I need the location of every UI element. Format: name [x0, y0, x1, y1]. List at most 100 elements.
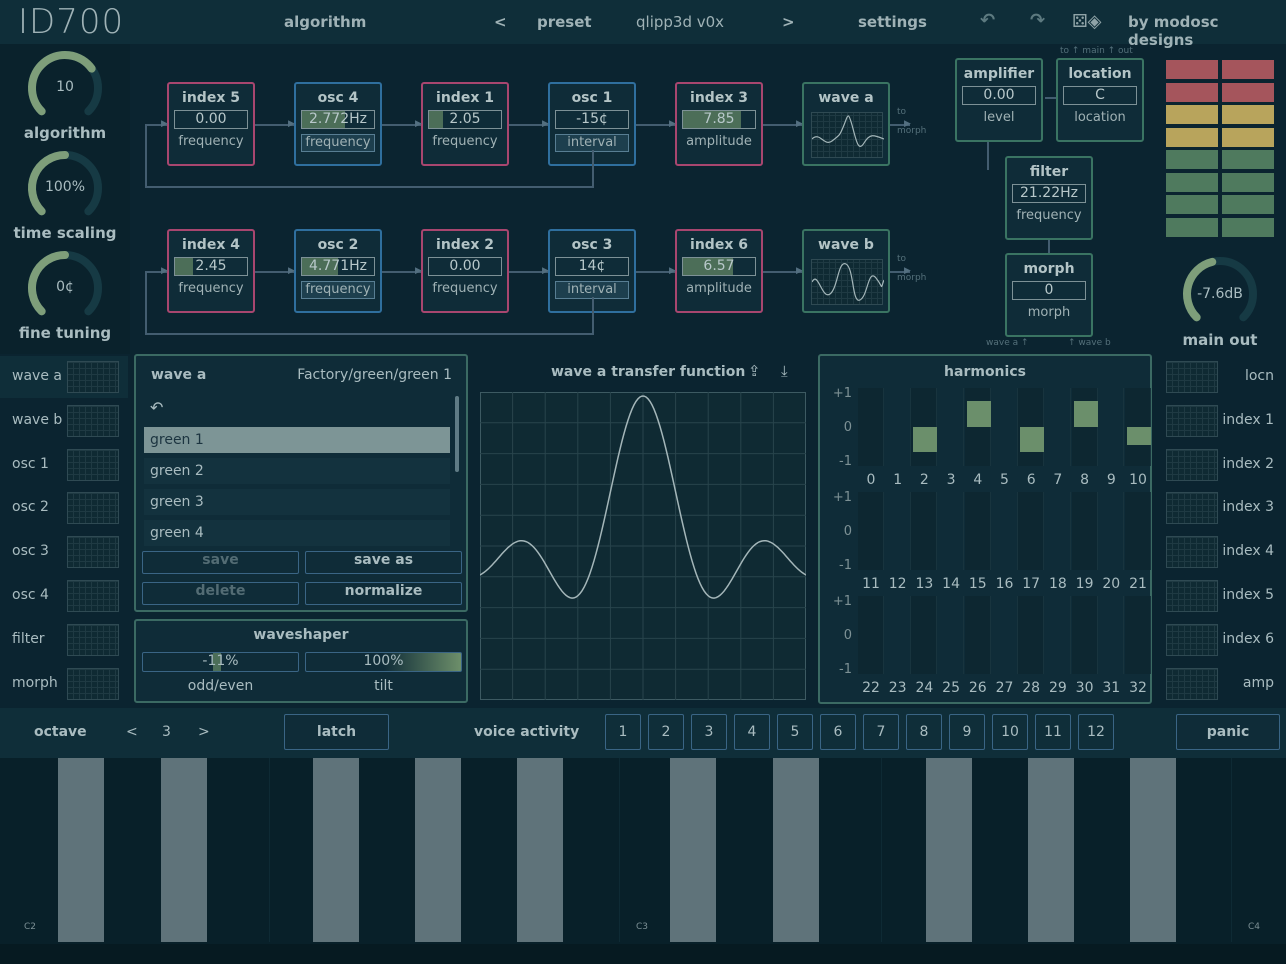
- tilt-slider[interactable]: 100%: [305, 652, 462, 672]
- source-item-osc-2[interactable]: osc 2: [0, 487, 128, 529]
- odd-even-slider[interactable]: -11%: [142, 652, 299, 672]
- module-value-slider[interactable]: 2.05: [428, 110, 502, 129]
- list-scrollbar[interactable]: [455, 396, 459, 472]
- module-value-slider[interactable]: 2.772Hz: [301, 110, 375, 129]
- black-key[interactable]: [1130, 758, 1176, 942]
- harmonic-column[interactable]: [1125, 492, 1151, 570]
- target-item-index-5[interactable]: index 5: [1160, 575, 1286, 617]
- module-wave-a[interactable]: wave a: [802, 82, 890, 166]
- harmonic-column[interactable]: [1098, 388, 1124, 466]
- target-item-index-3[interactable]: index 3: [1160, 487, 1286, 529]
- target-item-index-6[interactable]: index 6: [1160, 619, 1286, 661]
- source-item-morph[interactable]: morph: [0, 663, 128, 705]
- black-key[interactable]: [415, 758, 461, 942]
- source-item-osc-1[interactable]: osc 1: [0, 444, 128, 486]
- source-item-filter[interactable]: filter: [0, 619, 128, 661]
- module-morph[interactable]: morph0morph: [1005, 253, 1093, 337]
- wave-list-item[interactable]: green 3: [144, 489, 450, 515]
- harmonic-column[interactable]: [1018, 492, 1044, 570]
- harmonic-column[interactable]: [911, 492, 937, 570]
- undo-icon[interactable]: ↶: [980, 10, 995, 31]
- harmonic-column[interactable]: [965, 388, 991, 466]
- module-index-5[interactable]: index 50.00frequency: [167, 82, 255, 166]
- harmonic-column[interactable]: [965, 596, 991, 674]
- module-value-slider[interactable]: 2.45: [174, 257, 248, 276]
- target-item-index-2[interactable]: index 2: [1160, 444, 1286, 486]
- module-osc-2[interactable]: osc 24.771Hzfrequency: [294, 229, 382, 313]
- harmonic-column[interactable]: [1098, 596, 1124, 674]
- preset-next-button[interactable]: >: [782, 13, 795, 31]
- dice-icon[interactable]: ⚄◈: [1072, 11, 1102, 32]
- white-key[interactable]: [1232, 758, 1286, 942]
- harmonic-column[interactable]: [938, 596, 964, 674]
- harmonic-column[interactable]: [911, 596, 937, 674]
- harmonic-column[interactable]: [1072, 596, 1098, 674]
- preset-prev-button[interactable]: <: [494, 13, 507, 31]
- normalize-button[interactable]: normalize: [305, 582, 462, 605]
- location-value[interactable]: C: [1063, 86, 1137, 105]
- octave-down-button[interactable]: <: [126, 724, 138, 740]
- harmonic-column[interactable]: [1018, 596, 1044, 674]
- module-index-1[interactable]: index 12.05frequency: [421, 82, 509, 166]
- module-value-slider[interactable]: 4.771Hz: [301, 257, 375, 276]
- black-key[interactable]: [926, 758, 972, 942]
- harmonic-column[interactable]: [885, 492, 911, 570]
- harmonic-column[interactable]: [1072, 388, 1098, 466]
- amplifier-value[interactable]: 0.00: [962, 86, 1036, 105]
- harmonic-column[interactable]: [938, 492, 964, 570]
- module-filter[interactable]: filter21.22Hzfrequency: [1005, 156, 1093, 240]
- black-key[interactable]: [517, 758, 563, 942]
- source-item-osc-3[interactable]: osc 3: [0, 531, 128, 573]
- preset-button[interactable]: preset: [537, 13, 592, 31]
- harmonic-column[interactable]: [992, 596, 1018, 674]
- harmonic-column[interactable]: [885, 596, 911, 674]
- wave-list-item[interactable]: green 2: [144, 458, 450, 484]
- black-key[interactable]: [773, 758, 819, 942]
- black-key[interactable]: [161, 758, 207, 942]
- target-item-locn[interactable]: locn: [1160, 356, 1286, 398]
- settings-button[interactable]: settings: [858, 13, 927, 31]
- wave-list-item[interactable]: green 1: [144, 427, 450, 453]
- export-icon[interactable]: ⇪: [748, 362, 761, 380]
- module-index-3[interactable]: index 37.85amplitude: [675, 82, 763, 166]
- preset-name[interactable]: qlipp3d v0x: [636, 13, 724, 31]
- algorithm-button[interactable]: algorithm: [284, 13, 366, 31]
- harmonic-column[interactable]: [965, 492, 991, 570]
- module-location[interactable]: locationClocation: [1056, 58, 1144, 142]
- module-value-slider[interactable]: 7.85: [682, 110, 756, 129]
- black-key[interactable]: [58, 758, 104, 942]
- module-value-slider[interactable]: 14¢: [555, 257, 629, 276]
- source-item-wave-a[interactable]: wave a: [0, 356, 128, 398]
- harmonic-column[interactable]: [1098, 492, 1124, 570]
- panic-button[interactable]: panic: [1176, 714, 1280, 750]
- module-amplifier[interactable]: amplifier0.00level: [955, 58, 1043, 142]
- redo-icon[interactable]: ↷: [1030, 10, 1045, 31]
- latch-button[interactable]: latch: [284, 714, 389, 750]
- wave-list-item[interactable]: green 4: [144, 520, 450, 546]
- black-key[interactable]: [1028, 758, 1074, 942]
- module-index-2[interactable]: index 20.00frequency: [421, 229, 509, 313]
- save-as-button[interactable]: save as: [305, 551, 462, 574]
- source-item-wave-b[interactable]: wave b: [0, 400, 128, 442]
- module-param-label[interactable]: frequency: [301, 134, 375, 152]
- harmonic-column[interactable]: [992, 492, 1018, 570]
- harmonic-column[interactable]: [858, 492, 884, 570]
- module-param-label[interactable]: frequency: [301, 281, 375, 299]
- octave-up-button[interactable]: >: [198, 724, 210, 740]
- module-value-slider[interactable]: -15¢: [555, 110, 629, 129]
- harmonic-column[interactable]: [938, 388, 964, 466]
- harmonic-column[interactable]: [885, 388, 911, 466]
- keyboard[interactable]: C2C3C4: [0, 758, 1286, 944]
- module-osc-4[interactable]: osc 42.772Hzfrequency: [294, 82, 382, 166]
- delete-button[interactable]: delete: [142, 582, 299, 605]
- module-index-4[interactable]: index 42.45frequency: [167, 229, 255, 313]
- module-wave-b[interactable]: wave b: [802, 229, 890, 313]
- module-value-slider[interactable]: 0.00: [174, 110, 248, 129]
- back-icon[interactable]: ↶: [150, 398, 163, 417]
- harmonic-column[interactable]: [992, 388, 1018, 466]
- harmonic-column[interactable]: [858, 596, 884, 674]
- target-item-amp[interactable]: amp: [1160, 663, 1286, 705]
- harmonic-column[interactable]: [1072, 492, 1098, 570]
- module-value-slider[interactable]: 6.57: [682, 257, 756, 276]
- target-item-index-4[interactable]: index 4: [1160, 531, 1286, 573]
